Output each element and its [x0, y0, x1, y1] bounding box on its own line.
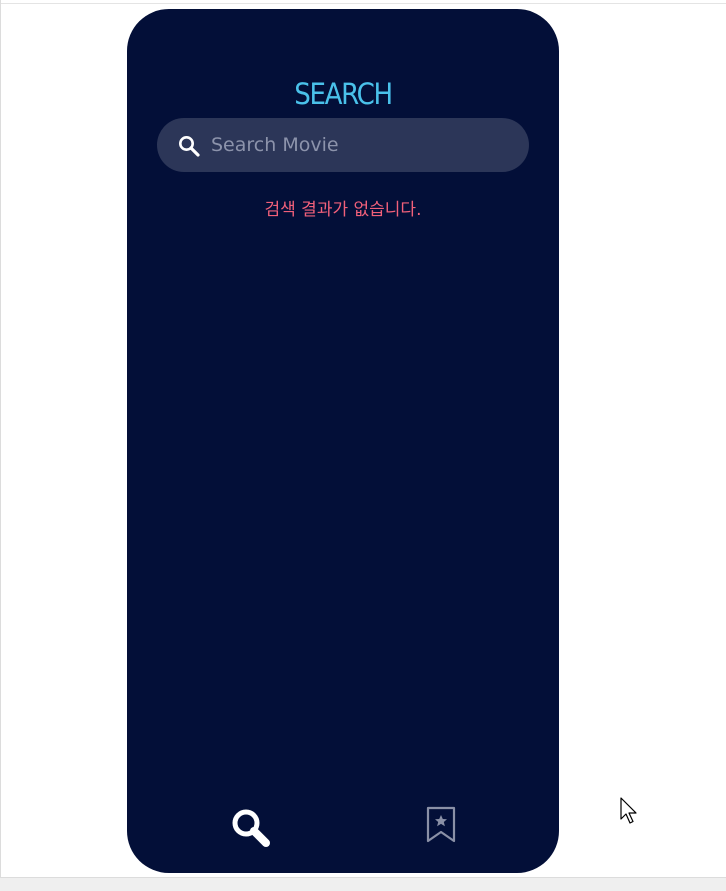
top-divider — [0, 3, 726, 4]
mouse-cursor-icon — [620, 797, 640, 825]
page-title: SEARCH — [294, 77, 393, 111]
left-divider — [0, 0, 1, 891]
empty-results-message: 검색 결과가 없습니다. — [264, 200, 422, 220]
bottom-status-strip — [0, 877, 726, 891]
nav-search-button[interactable] — [229, 806, 273, 850]
search-icon — [229, 809, 273, 854]
nav-bookmark-button[interactable] — [426, 806, 456, 844]
search-bar[interactable] — [157, 118, 529, 172]
bookmark-star-icon — [426, 806, 456, 848]
browser-viewport: SEARCH 검색 결과가 없습니다. — [0, 0, 726, 891]
app-screen: SEARCH 검색 결과가 없습니다. — [127, 9, 559, 873]
search-icon — [177, 134, 201, 158]
search-input[interactable] — [211, 118, 511, 172]
